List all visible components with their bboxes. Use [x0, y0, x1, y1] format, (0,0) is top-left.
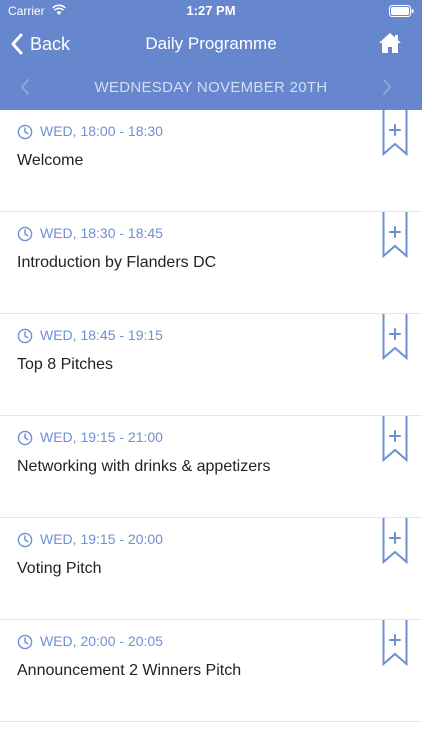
clock-icon	[17, 226, 33, 242]
list-item[interactable]: WED, 18:45 - 19:15 Top 8 Pitches	[0, 314, 422, 416]
list-item[interactable]: WED, 20:00 - 20:05 Announcement 2 Winners…	[0, 620, 422, 722]
bookmark-add-icon[interactable]	[382, 416, 408, 462]
bookmark-add-icon[interactable]	[382, 518, 408, 564]
battery-icon	[389, 5, 414, 17]
chevron-left-icon	[11, 33, 23, 55]
session-time: WED, 19:15 - 20:00	[40, 531, 163, 547]
session-time: WED, 18:30 - 18:45	[40, 225, 163, 241]
date-selector: WEDNESDAY NOVEMBER 20TH	[0, 66, 422, 110]
back-button[interactable]: Back	[10, 30, 70, 58]
clock-icon	[17, 634, 33, 650]
session-time: WED, 18:45 - 19:15	[40, 327, 163, 343]
header: Carrier 1:27 PM Back Daily Programme WED…	[0, 0, 422, 110]
list-item[interactable]: WED, 19:15 - 20:00 Voting Pitch	[0, 518, 422, 620]
session-list: WED, 18:00 - 18:30 Welcome WED, 18:30 - 18…	[0, 110, 422, 722]
bookmark-add-icon[interactable]	[382, 620, 408, 666]
clock-icon	[17, 124, 33, 140]
status-bar: Carrier 1:27 PM	[0, 0, 422, 22]
session-time: WED, 19:15 - 21:00	[40, 429, 163, 445]
session-time: WED, 18:00 - 18:30	[40, 123, 163, 139]
nav-bar: Back Daily Programme	[0, 22, 422, 66]
date-label: WEDNESDAY NOVEMBER 20TH	[94, 79, 328, 96]
chevron-right-icon[interactable]	[380, 78, 394, 96]
session-title: Welcome	[17, 152, 84, 169]
session-title: Introduction by Flanders DC	[17, 254, 217, 271]
clock-icon	[17, 532, 33, 548]
session-title: Top 8 Pitches	[17, 356, 114, 373]
clock-icon	[17, 328, 33, 344]
clock-icon	[17, 430, 33, 446]
session-time: WED, 20:00 - 20:05	[40, 633, 163, 649]
session-title: Announcement 2 Winners Pitch	[17, 662, 242, 679]
session-title: Networking with drinks & appetizers	[17, 458, 271, 475]
bookmark-add-icon[interactable]	[382, 110, 408, 156]
back-label: Back	[30, 33, 71, 54]
bookmark-add-icon[interactable]	[382, 212, 408, 258]
list-item[interactable]: WED, 19:15 - 21:00 Networking with drinks…	[0, 416, 422, 518]
session-title: Voting Pitch	[17, 560, 102, 577]
list-item[interactable]: WED, 18:00 - 18:30 Welcome	[0, 110, 422, 212]
status-time: 1:27 PM	[186, 3, 236, 18]
home-icon[interactable]	[378, 32, 402, 54]
list-item[interactable]: WED, 18:30 - 18:45 Introduction by Flande…	[0, 212, 422, 314]
bookmark-add-icon[interactable]	[382, 314, 408, 360]
